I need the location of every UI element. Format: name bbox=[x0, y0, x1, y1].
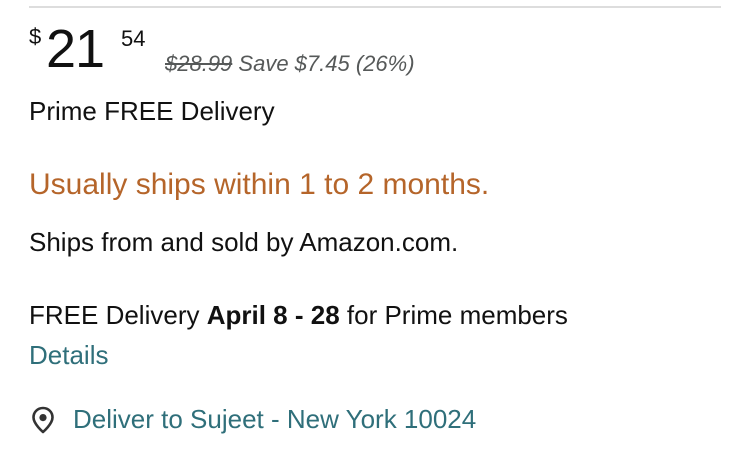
price-whole: 21 bbox=[46, 19, 105, 79]
prime-free-delivery: Prime FREE Delivery bbox=[29, 96, 275, 126]
was-price: $28.99 bbox=[165, 51, 233, 76]
deliver-to-text: Deliver to Sujeet - New York 10024 bbox=[73, 404, 477, 434]
sold-by-text: Ships from and sold by Amazon.com. bbox=[29, 227, 459, 257]
free-delivery-dates: April 8 - 28 bbox=[206, 300, 340, 330]
free-delivery-suffix: for Prime members bbox=[346, 300, 568, 330]
price-currency-symbol: $ bbox=[29, 24, 42, 49]
top-divider bbox=[29, 6, 721, 8]
free-delivery-prefix: FREE Delivery bbox=[29, 300, 200, 330]
details-link[interactable]: Details bbox=[29, 340, 108, 370]
savings-text: Save $7.45 (26%) bbox=[238, 51, 415, 76]
was-price-and-savings: $28.99 Save $7.45 (26%) bbox=[165, 53, 415, 75]
map-pin-icon bbox=[32, 406, 54, 434]
price-fraction: 54 bbox=[121, 26, 146, 51]
availability-message: Usually ships within 1 to 2 months. bbox=[29, 168, 490, 201]
free-delivery-line: FREE Delivery April 8 - 28 for Prime mem… bbox=[29, 300, 568, 330]
